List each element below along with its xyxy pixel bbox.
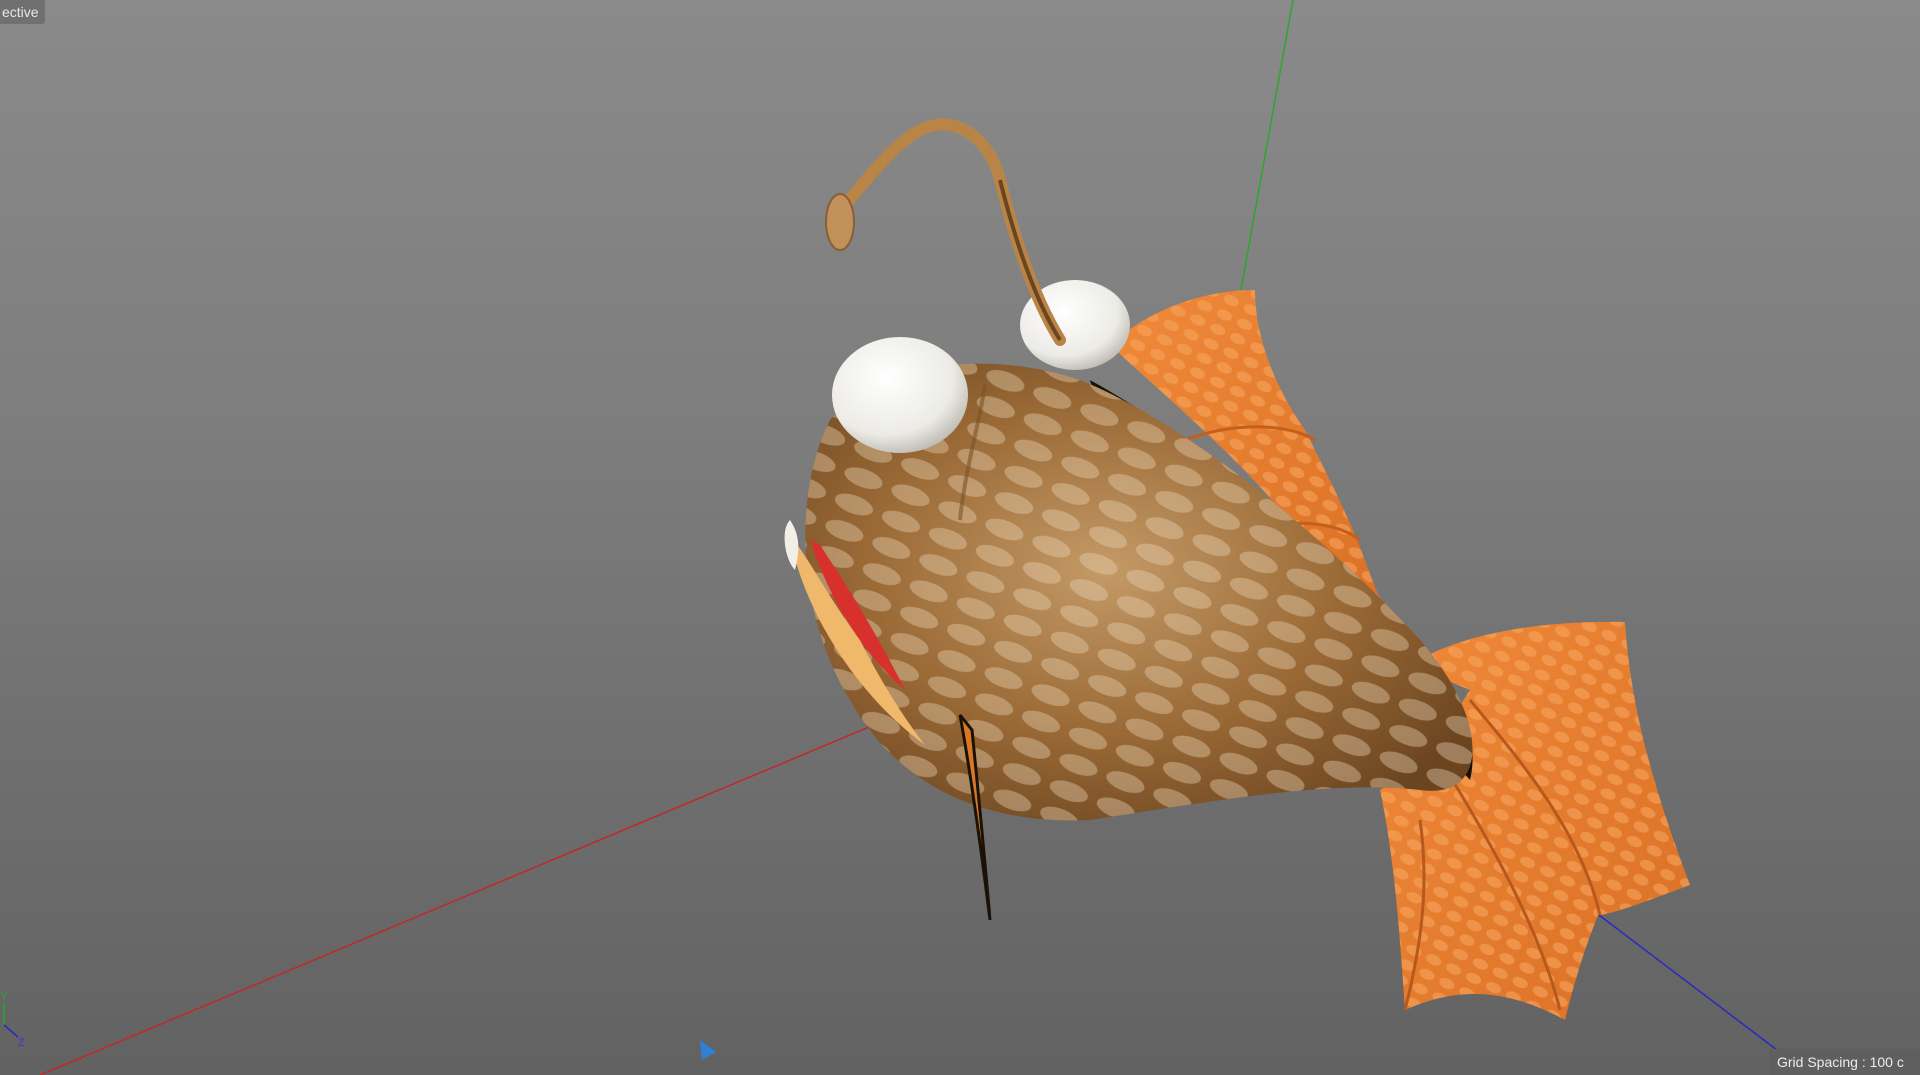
scene-canvas[interactable] <box>0 0 1920 1075</box>
gizmo-z-label: Z <box>18 1037 25 1049</box>
left-eye <box>832 337 968 453</box>
3d-viewport[interactable]: ective Y Z Grid Spacing : 100 c <box>0 0 1920 1075</box>
grid-spacing-label: Grid Spacing : 100 c <box>1769 1049 1920 1075</box>
navigation-arrow-icon[interactable] <box>698 1040 718 1062</box>
axis-gizmo-icon: Y Z <box>0 985 40 1049</box>
view-label[interactable]: ective <box>0 0 45 24</box>
gizmo-y-label: Y <box>0 991 8 1003</box>
lure-bulb <box>825 193 855 251</box>
y-axis-line <box>1239 0 1294 296</box>
x-axis-line <box>39 671 1001 1075</box>
